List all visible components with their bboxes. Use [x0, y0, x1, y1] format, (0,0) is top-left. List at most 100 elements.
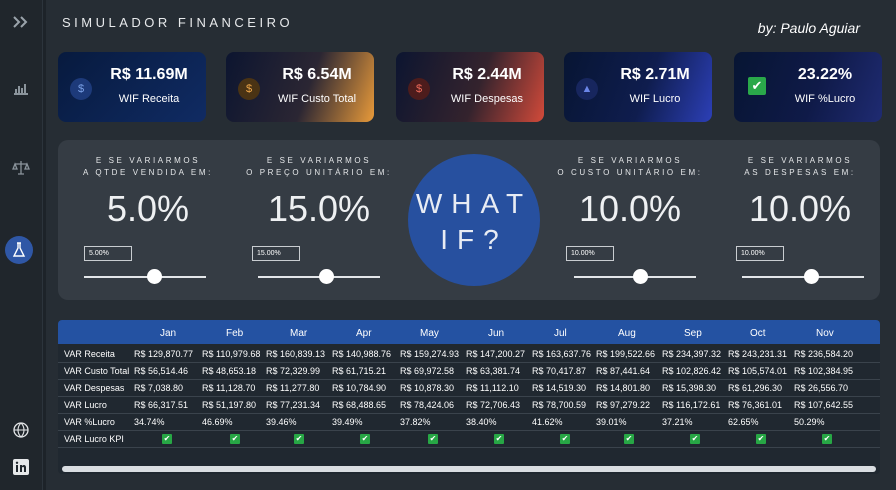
table-cell: 38.40%: [466, 417, 497, 427]
table-row: VAR %Lucro 34.74% 46.69% 39.46% 39.49% 37.82%…: [58, 414, 880, 431]
slider-value-custo: 10.0%: [578, 188, 682, 229]
check-icon: ✔: [162, 434, 172, 444]
table-cell: R$ 10,878.30: [400, 383, 455, 393]
check-icon: ✔: [494, 434, 504, 444]
table-cell: R$ 163,637.76: [532, 349, 592, 359]
slider-thumb-custo[interactable]: [633, 269, 648, 284]
column-header: Oct: [750, 328, 766, 339]
table-row: VAR Lucro KPI ✔ ✔ ✔ ✔ ✔ ✔ ✔ ✔ ✔ ✔ ✔: [58, 431, 880, 448]
slider-value-despesas: 10.0%: [748, 188, 852, 229]
column-header: May: [420, 328, 439, 339]
table-cell: R$ 102,384.95: [794, 366, 854, 376]
slider-thumb-despesas[interactable]: [804, 269, 819, 284]
kpi-value: R$ 2.44M: [452, 66, 522, 83]
scale-icon[interactable]: [9, 156, 33, 180]
table-cell: 34.74%: [134, 417, 165, 427]
table-cell: R$ 159,274.93: [400, 349, 460, 359]
slider-thumb-qtde[interactable]: [147, 269, 162, 284]
table-cell: R$ 56,514.46: [134, 366, 189, 376]
table-cell: R$ 72,329.99: [266, 366, 321, 376]
check-icon: ✔: [294, 434, 304, 444]
table-cell: R$ 140,988.76: [332, 349, 392, 359]
flask-icon[interactable]: [5, 236, 33, 264]
column-header: Sep: [684, 328, 702, 339]
slider-input-custo[interactable]: 10.00%: [566, 246, 614, 261]
kpi-label: WIF %Lucro: [794, 93, 856, 105]
table-cell: R$ 147,200.27: [466, 349, 526, 359]
row-label: VAR Lucro KPI: [64, 434, 124, 444]
table-cell: R$ 105,574.01: [728, 366, 788, 376]
table-cell: R$ 14,519.30: [532, 383, 587, 393]
table-cell: R$ 68,488.65: [332, 400, 387, 410]
kpi-value: R$ 11.69M: [110, 66, 188, 83]
table-cell: 39.49%: [332, 417, 363, 427]
globe-icon[interactable]: [9, 418, 33, 442]
what-if-badge: WHAT IF?: [408, 154, 540, 286]
question-line: AS DESPESAS EM:: [744, 168, 856, 177]
table-cell: R$ 48,653.18: [202, 366, 257, 376]
table-cell: 37.82%: [400, 417, 431, 427]
table-cell: 62.65%: [728, 417, 759, 427]
column-header: Feb: [226, 328, 244, 339]
question-line: O PREÇO UNITÁRIO EM:: [246, 168, 392, 177]
table-cell: R$ 236,584.20: [794, 349, 854, 359]
author-credit: by: Paulo Aguiar: [757, 20, 860, 36]
table-cell: R$ 15,398.30: [662, 383, 717, 393]
table-row: VAR Receita R$ 129,870.77 R$ 110,979.68 R$ …: [58, 346, 880, 363]
table-cell: R$ 10,784.90: [332, 383, 387, 393]
table-cell: 41.62%: [532, 417, 563, 427]
table-cell: R$ 61,296.30: [728, 383, 783, 393]
slider-input-despesas[interactable]: 10.00%: [736, 246, 784, 261]
slider-track-qtde[interactable]: [84, 276, 206, 278]
table-cell: R$ 97,279.22: [596, 400, 651, 410]
row-label: VAR Despesas: [64, 383, 125, 393]
slider-question-custo: E SE VARIARMOS O CUSTO UNITÁRIO EM:: [550, 155, 710, 179]
bar-chart-icon[interactable]: [9, 76, 33, 100]
horizontal-scrollbar[interactable]: [62, 466, 876, 472]
sidebar: [0, 0, 43, 490]
check-icon: ✔: [360, 434, 370, 444]
table-cell: R$ 160,839.13: [266, 349, 326, 359]
check-icon: ✔: [230, 434, 240, 444]
kpi-label: WIF Custo Total: [277, 93, 357, 105]
slider-thumb-preco[interactable]: [319, 269, 334, 284]
column-header: Jan: [160, 328, 177, 339]
table-cell: 39.46%: [266, 417, 297, 427]
table-cell: R$ 11,112.10: [466, 383, 519, 393]
chevron-double-right-icon[interactable]: [9, 10, 33, 34]
what-if-panel: E SE VARIARMOS A QTDE VENDIDA EM: 5.0% 5…: [58, 140, 880, 300]
table-cell: 37.21%: [662, 417, 693, 427]
question-line: E SE VARIARMOS: [95, 156, 201, 165]
main-canvas: SIMULADOR FINANCEIRO by: Paulo Aguiar $ …: [46, 0, 896, 490]
table-cell: R$ 116,172.61: [662, 400, 721, 410]
check-icon: ✔: [560, 434, 570, 444]
page-title: SIMULADOR FINANCEIRO: [62, 15, 294, 30]
check-icon: ✔: [822, 434, 832, 444]
table-cell: R$ 63,381.74: [466, 366, 521, 376]
growth-chart-icon: ▲: [576, 78, 598, 100]
table-cell: R$ 78,424.06: [400, 400, 455, 410]
kpi-card-lucro: ▲ R$ 2.71M WIF Lucro: [564, 52, 712, 122]
table-row: VAR Despesas R$ 7,038.80 R$ 11,128.70 R$ 11…: [58, 380, 880, 397]
kpi-card-pct-lucro: ✔ 23.22% WIF %Lucro: [734, 52, 882, 122]
table-cell: 39.01%: [596, 417, 627, 427]
slider-track-despesas[interactable]: [742, 276, 864, 278]
table-cell: R$ 129,870.77: [134, 349, 194, 359]
check-icon: ✔: [756, 434, 766, 444]
row-label: VAR %Lucro: [64, 417, 115, 427]
table-cell: R$ 26,556.70: [794, 383, 849, 393]
question-line: E SE VARIARMOS: [747, 156, 853, 165]
slider-value-qtde: 5.0%: [106, 188, 190, 229]
table-cell: R$ 199,522.66: [596, 349, 656, 359]
table-cell: R$ 51,197.80: [202, 400, 257, 410]
column-header: Apr: [356, 328, 372, 339]
what-if-line1: WHAT: [415, 188, 533, 219]
table-cell: R$ 77,231.34: [266, 400, 321, 410]
kpi-value: R$ 6.54M: [282, 66, 352, 83]
table-cell: R$ 110,979.68: [202, 349, 261, 359]
linkedin-icon[interactable]: [9, 455, 33, 479]
slider-input-qtde[interactable]: 5.00%: [84, 246, 132, 261]
table-cell: R$ 87,441.64: [596, 366, 651, 376]
kpi-label: WIF Despesas: [450, 93, 524, 105]
slider-input-preco[interactable]: 15.00%: [252, 246, 300, 261]
